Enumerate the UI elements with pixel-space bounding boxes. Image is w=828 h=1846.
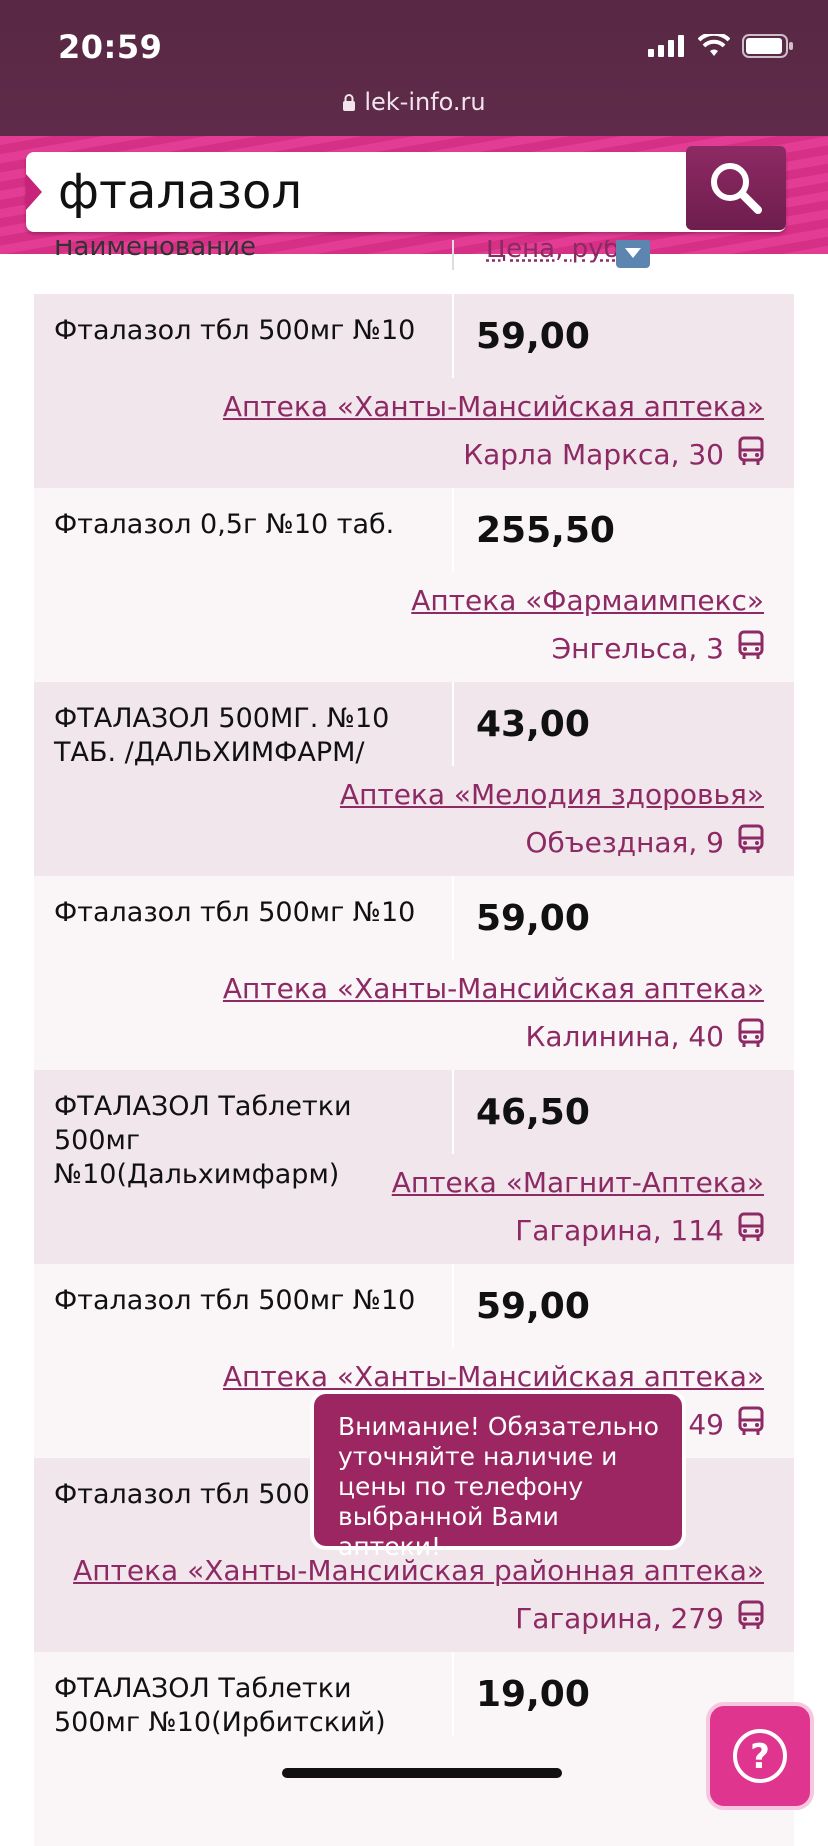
wifi-icon [698,34,730,56]
bus-icon[interactable] [738,824,764,861]
pharmacy-address: Энгельса, 3 [552,630,764,667]
pharmacy-address: Гагарина, 279 [515,1600,764,1637]
bus-icon[interactable] [738,1406,764,1443]
product-name: Фталазол 0,5г №10 таб. [54,509,395,540]
product-price: 59,00 [476,1286,590,1327]
pharmacy-link[interactable]: Аптека «Фармаимпекс» [411,584,764,617]
sort-down-icon[interactable] [616,240,650,268]
address-text: Гагарина, 114 [515,1214,724,1247]
svg-text:?: ? [750,1737,770,1777]
column-divider [452,294,454,378]
pharmacy-link[interactable]: Аптека «Ханты-Мансийская аптека» [223,972,764,1005]
column-divider [452,1652,454,1736]
column-divider [452,1264,454,1348]
product-price: 46,50 [476,1092,590,1133]
column-divider [452,488,454,572]
bus-icon[interactable] [738,436,764,473]
results-table: Фталазол тбл 500мг №10 59,00 Аптека «Ханты… [34,294,794,1846]
product-name: Фталазол тбл 500мг №10 [54,1285,416,1316]
product-name: Фталазол тбл 500мг №10 [54,315,416,346]
product-price: 19,00 [476,1674,590,1715]
header-name: Наименование [54,240,257,262]
signal-icon [648,35,684,57]
address-text: Калинина, 40 [525,1020,724,1053]
product-name: ФТАЛАЗОЛ 500МГ. №10 ТАБ. /ДАЛЬХИМФАРМ/ [54,703,390,768]
column-divider [452,1070,454,1154]
notice-text: Внимание! Обязательно уточняйте наличие … [338,1412,659,1561]
product-price: 59,00 [476,898,590,939]
availability-notice: Внимание! Обязательно уточняйте наличие … [314,1394,682,1561]
table-row: ФТАЛАЗОЛ 500МГ. №10 ТАБ. /ДАЛЬХИМФАРМ/43… [34,682,794,876]
table-row: Фталазол тбл 500мг №10 59,00 Аптека «Ханты… [34,294,794,488]
lock-icon [343,94,356,111]
pharmacy-address: Карла Маркса, 30 [463,436,764,473]
pharmacy-link[interactable]: Аптека «Магнит-Аптека» [392,1166,764,1199]
status-icons [648,34,794,58]
product-name: ФТАЛАЗОЛ Таблетки 500мг №10(Дальхимфарм) [54,1091,352,1190]
search-button[interactable] [686,146,786,230]
bus-icon[interactable] [738,1018,764,1055]
search-band [0,136,828,254]
bus-icon[interactable] [738,630,764,667]
header-price-sort-link[interactable]: Цена, руб. [486,240,628,264]
pharmacy-link[interactable]: Аптека «Ханты-Мансийская аптека» [223,390,764,423]
battery-icon [742,34,793,58]
address-text: Объездная, 9 [525,826,725,859]
column-divider [452,682,454,766]
url-text: lek-info.ru [364,88,486,116]
table-row: Фталазол 0,5г №10 таб. 255,50 Аптека «Фарм… [34,488,794,682]
pharmacy-address: Гагарина, 114 [515,1212,764,1249]
home-indicator [282,1768,562,1778]
table-row: Фталазол тбл 500мг №10 59,00 Аптека «Ханты… [34,876,794,1070]
pharmacy-link[interactable]: Аптека «Мелодия здоровья» [340,778,764,811]
pharmacy-link[interactable]: Аптека «Ханты-Мансийская аптека» [223,1360,764,1393]
address-text: Гагарина, 279 [515,1602,724,1635]
table-header: Наименование Цена, руб. [34,240,794,294]
pharmacy-address: Объездная, 9 [526,824,765,861]
address-text: Энгельса, 3 [551,632,724,665]
search-input[interactable] [56,160,680,224]
table-row: ФТАЛАЗОЛ Таблетки 500мг №10(Дальхимфарм)… [34,1070,794,1264]
search-box [26,146,786,232]
search-icon [711,163,762,214]
question-icon: ? [733,1729,787,1783]
product-price: 59,00 [476,316,590,357]
product-price: 43,00 [476,704,590,745]
column-divider [452,876,454,960]
table-row: ФТАЛАЗОЛ Таблетки 500мг №10(Ирбитский) 19… [34,1652,794,1846]
status-bar: 20:59 lek-info.ru [0,0,828,136]
pharmacy-address: Калинина, 40 [525,1018,764,1055]
bus-icon[interactable] [738,1212,764,1249]
product-name: Фталазол тбл 500мг №10 [54,897,416,928]
bus-icon[interactable] [738,1600,764,1637]
status-time: 20:59 [58,28,163,66]
header-divider [452,240,454,270]
url-bar[interactable]: lek-info.ru [0,88,828,116]
product-price: 255,50 [476,510,615,551]
help-button[interactable]: ? [706,1702,814,1810]
product-name: ФТАЛАЗОЛ Таблетки 500мг №10(Ирбитский) [54,1673,386,1738]
address-text: Карла Маркса, 30 [463,438,724,471]
